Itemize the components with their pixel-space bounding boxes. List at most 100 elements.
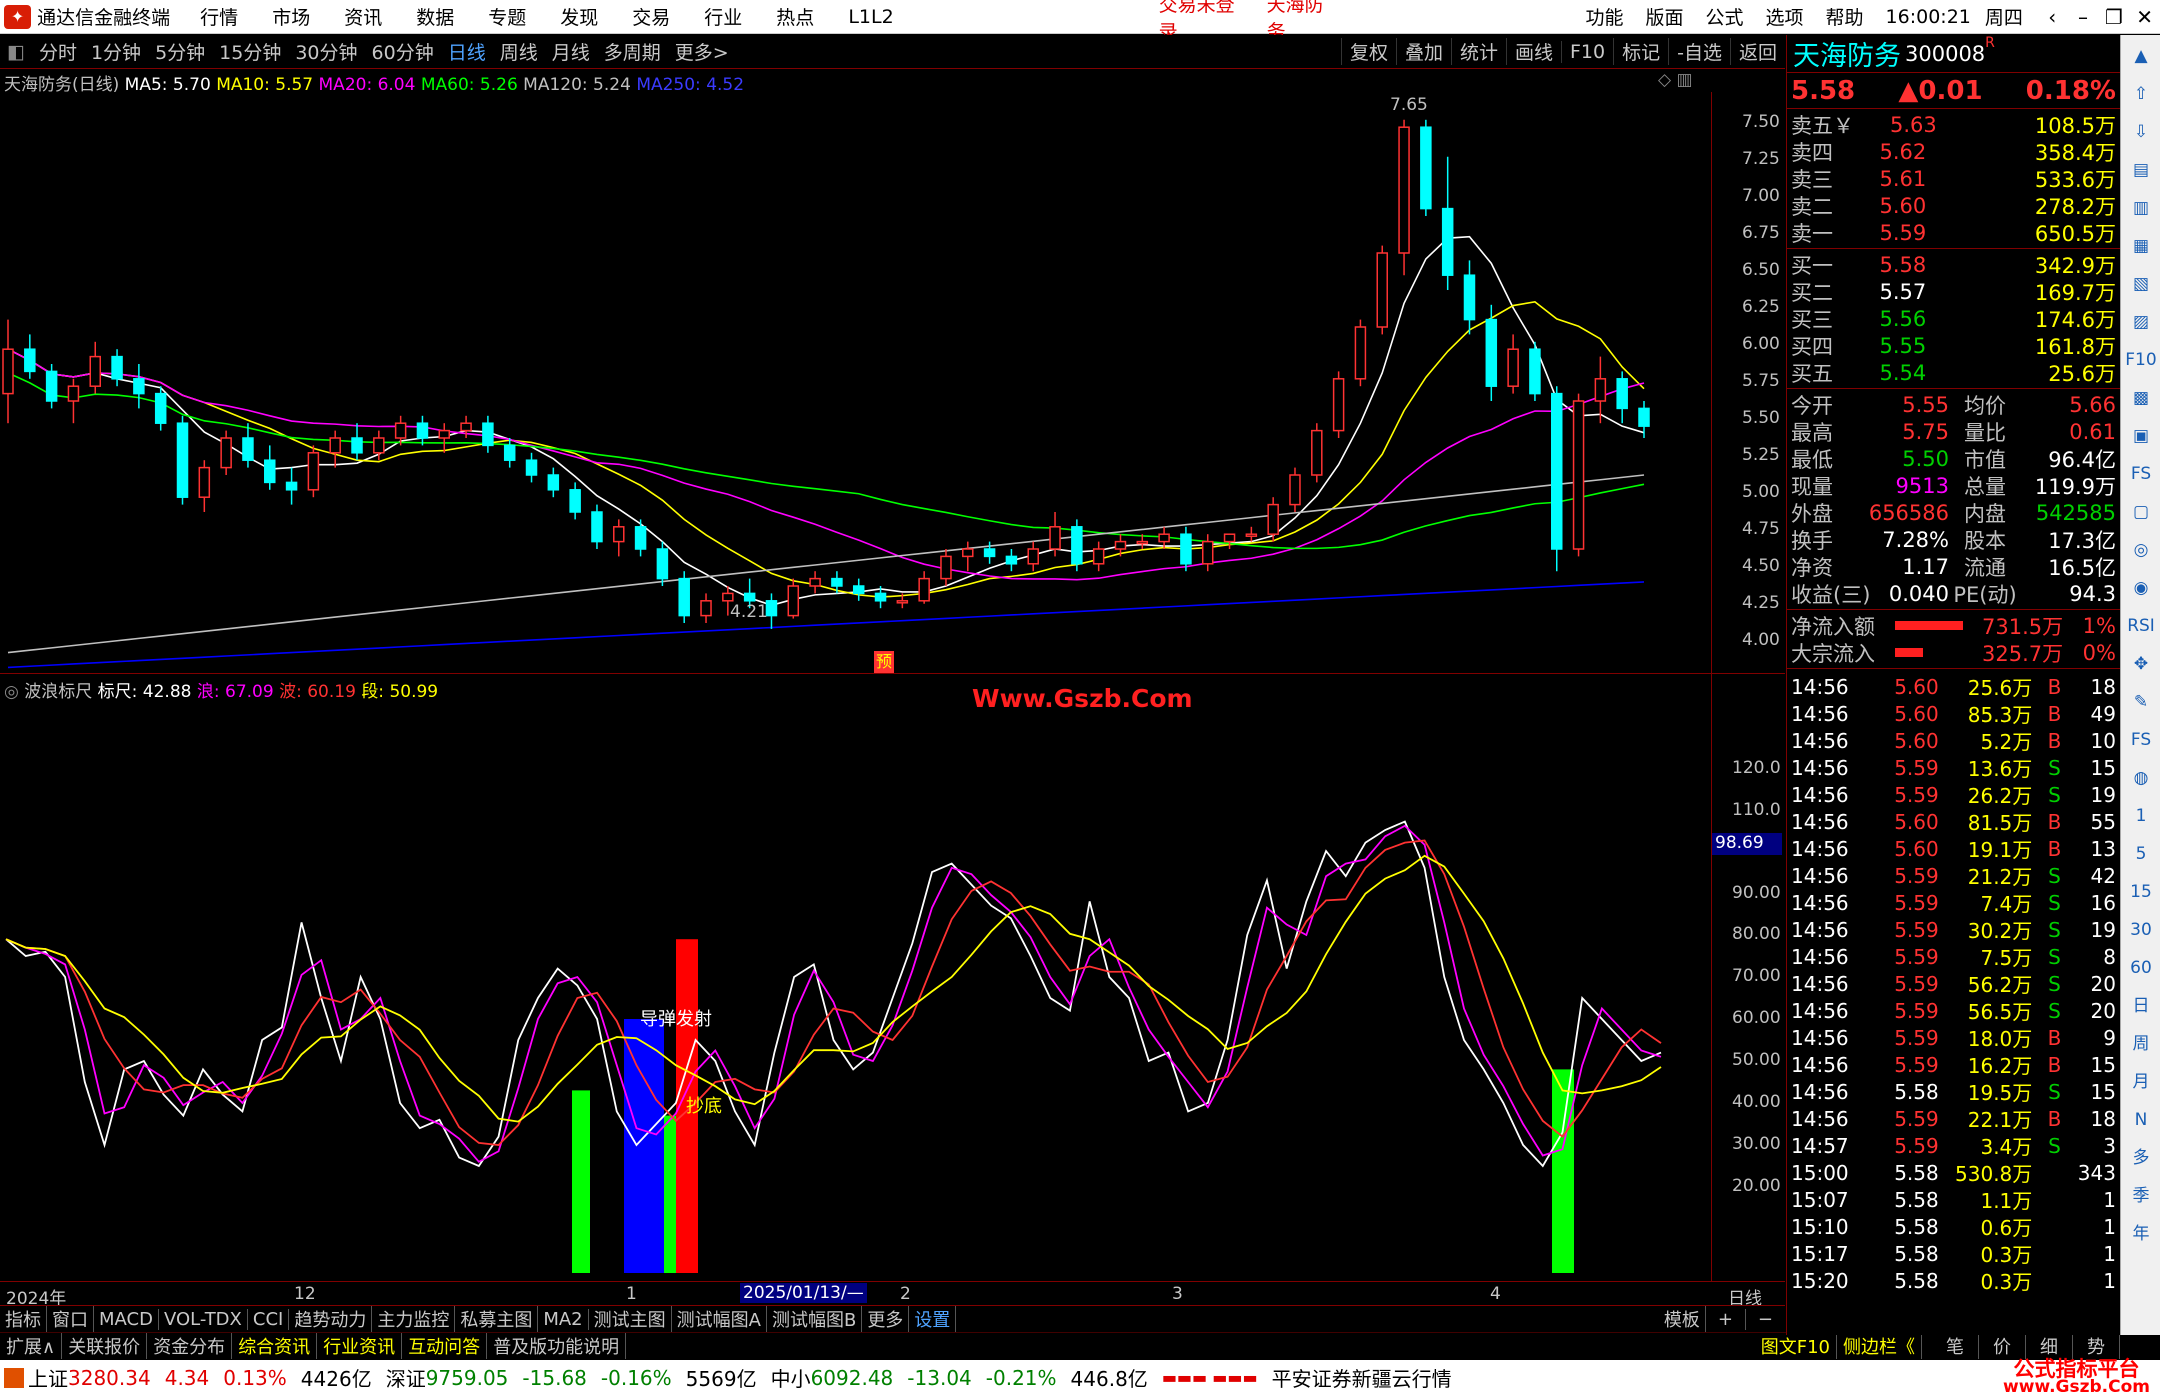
candle[interactable]: [45, 370, 58, 402]
candle[interactable]: [983, 548, 996, 558]
candle[interactable]: [285, 481, 298, 491]
candle[interactable]: [722, 592, 734, 602]
sidebar-tool-25-icon[interactable]: 60: [2125, 951, 2157, 985]
sidebar-tool-17-icon[interactable]: ✥: [2125, 647, 2157, 681]
menu-bangzhu[interactable]: 帮助: [1826, 3, 1864, 30]
sidebar-tool-22-icon[interactable]: 5: [2125, 837, 2157, 871]
period-monthly[interactable]: 月线: [545, 38, 597, 65]
sidebar-tool-9-icon[interactable]: F10: [2125, 343, 2157, 377]
period-more[interactable]: 更多>: [668, 38, 736, 65]
tab-guanlianbaojia[interactable]: 关联报价: [62, 1333, 148, 1359]
menu-zhuanti[interactable]: 专题: [488, 3, 526, 30]
candle[interactable]: [591, 511, 603, 543]
sidebar-tool-11-icon[interactable]: ▣: [2125, 419, 2157, 453]
period-15min[interactable]: 15分钟: [212, 38, 288, 65]
sidebar-tool-19-icon[interactable]: FS: [2125, 723, 2157, 757]
sub-chart-toggle-icon[interactable]: ◎: [4, 682, 19, 702]
candle[interactable]: [809, 577, 821, 587]
tab-pujiban[interactable]: 普及版功能说明: [487, 1333, 627, 1359]
candle[interactable]: [482, 422, 494, 447]
candle[interactable]: [678, 577, 690, 617]
tool-tongji[interactable]: 统计: [1450, 38, 1506, 65]
tab-ceshifutu-a[interactable]: 测试幅图A: [672, 1306, 767, 1332]
tab-vol-tdx[interactable]: VOL-TDX: [159, 1308, 248, 1330]
candle[interactable]: [1638, 407, 1650, 427]
sidebar-tool-31-icon[interactable]: 季: [2125, 1179, 2157, 1213]
tab-hangyezixun[interactable]: 行业资讯: [317, 1333, 403, 1359]
sidebar-tool-8-icon[interactable]: ▨: [2125, 305, 2157, 339]
tool-fuquan[interactable]: 复权: [1340, 38, 1396, 65]
sidebar-tool-24-icon[interactable]: 30: [2125, 913, 2157, 947]
chart-settings-icon[interactable]: ◇ ▥: [1658, 70, 1693, 90]
candle[interactable]: [176, 422, 189, 498]
tab-kuozhan[interactable]: 扩展∧: [0, 1333, 63, 1359]
candle[interactable]: [852, 585, 865, 595]
candle[interactable]: [1463, 274, 1476, 321]
tab-macd[interactable]: MACD: [94, 1308, 159, 1330]
tool-f10[interactable]: F10: [1561, 40, 1613, 63]
candle[interactable]: [547, 474, 560, 491]
sidebar-tool-4-icon[interactable]: ▤: [2125, 153, 2157, 187]
candle[interactable]: [1180, 533, 1192, 565]
candle[interactable]: [2, 348, 14, 395]
candle[interactable]: [874, 592, 887, 602]
menu-banmian[interactable]: 版面: [1645, 3, 1683, 30]
sidebar-tool-3-icon[interactable]: ⇩: [2125, 115, 2157, 149]
candle[interactable]: [460, 422, 472, 432]
candle[interactable]: [1267, 503, 1279, 535]
ask-level-4[interactable]: 卖二 5.60 278.2万: [1791, 192, 2116, 219]
add-window-button[interactable]: +: [1706, 1308, 1746, 1330]
forecast-badge[interactable]: 预: [874, 651, 894, 673]
minimize-icon[interactable]: –: [2068, 5, 2099, 29]
sidebar-tool-18-icon[interactable]: ✎: [2125, 685, 2157, 719]
candle[interactable]: [1071, 526, 1083, 565]
sidebar-tool-27-icon[interactable]: 周: [2125, 1027, 2157, 1061]
sidebar-tool-26-icon[interactable]: 日: [2125, 989, 2157, 1023]
tool-huaxian[interactable]: 画线: [1505, 38, 1561, 65]
sidebar-tool-28-icon[interactable]: 月: [2125, 1065, 2157, 1099]
tab-jia[interactable]: 价: [1979, 1333, 2026, 1359]
candle[interactable]: [1507, 348, 1519, 387]
sidebar-tool-2-icon[interactable]: ⇧: [2125, 77, 2157, 111]
tab-zijinfenbu[interactable]: 资金分布: [147, 1333, 233, 1359]
sidebar-tool-13-icon[interactable]: ▢: [2125, 495, 2157, 529]
candle[interactable]: [1398, 126, 1410, 254]
tab-chuangkou[interactable]: 窗口: [47, 1306, 94, 1332]
tool-diejia[interactable]: 叠加: [1395, 38, 1451, 65]
tab-ma2[interactable]: MA2: [538, 1308, 589, 1330]
menu-faxian[interactable]: 发现: [560, 3, 598, 30]
candle[interactable]: [1158, 533, 1170, 543]
candle[interactable]: [940, 555, 952, 580]
candle[interactable]: [133, 378, 145, 395]
candle[interactable]: [351, 437, 363, 454]
tab-xi[interactable]: 细: [2026, 1333, 2073, 1359]
period-5min[interactable]: 5分钟: [148, 38, 212, 65]
candle[interactable]: [1005, 555, 1018, 565]
candle[interactable]: [373, 437, 385, 454]
candle[interactable]: [1485, 318, 1498, 387]
menu-jiaoyi[interactable]: 交易: [632, 3, 670, 30]
candle[interactable]: [896, 600, 909, 604]
candle[interactable]: [787, 585, 800, 617]
candle[interactable]: [416, 422, 429, 439]
bid-level-2[interactable]: 买二 5.57 169.7万: [1791, 278, 2116, 305]
sidebar-tool-14-icon[interactable]: ◎: [2125, 533, 2157, 567]
tool-fanhui[interactable]: 返回: [1729, 38, 1785, 65]
tab-simuzhutu[interactable]: 私募主图: [455, 1306, 539, 1332]
candle[interactable]: [198, 466, 211, 498]
layout-toggle-icon[interactable]: ◧: [0, 41, 32, 63]
candle[interactable]: [1529, 348, 1541, 395]
candle[interactable]: [1594, 378, 1607, 402]
candle[interactable]: [1136, 540, 1149, 545]
tab-zhibiao[interactable]: 指标: [0, 1306, 47, 1332]
period-fenshi[interactable]: 分时: [32, 38, 84, 65]
tab-template[interactable]: 模板: [1659, 1306, 1706, 1332]
candle[interactable]: [1572, 400, 1585, 550]
tab-zonghezixun[interactable]: 综合资讯: [232, 1333, 318, 1359]
tool-zixuan[interactable]: -自选: [1668, 38, 1730, 65]
candle[interactable]: [67, 385, 80, 402]
candle[interactable]: [1332, 378, 1345, 432]
tab-cci[interactable]: CCI: [248, 1308, 290, 1330]
candle[interactable]: [394, 422, 407, 439]
menu-xuanxiang[interactable]: 选项: [1766, 3, 1804, 30]
